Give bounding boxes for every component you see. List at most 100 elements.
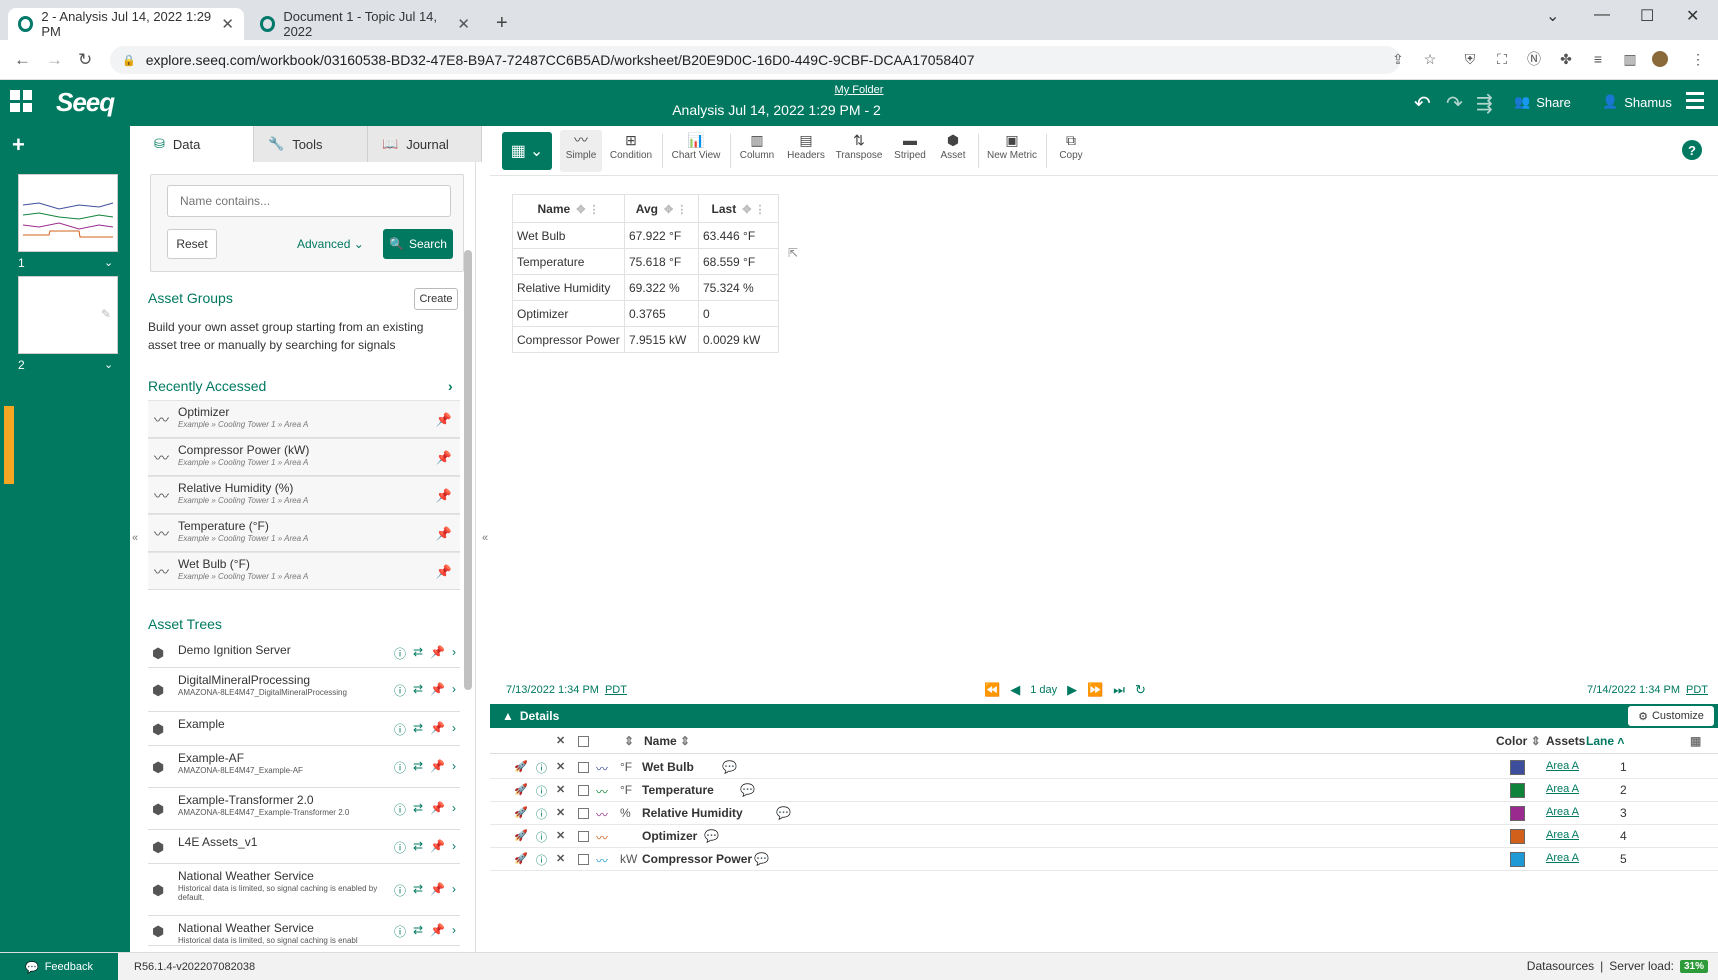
remove-icon[interactable]: ✕ <box>556 806 565 819</box>
column-header[interactable]: Last ✥ ⋮ <box>698 194 779 223</box>
panel-scrollbar[interactable] <box>464 250 472 690</box>
pin-icon[interactable]: 📌 <box>430 839 445 856</box>
swap-icon[interactable]: ⇄ <box>413 882 423 899</box>
pin-icon[interactable]: 📌 <box>436 488 452 504</box>
pin-icon[interactable]: 📌 <box>436 450 452 466</box>
collapse-rail-icon[interactable]: « <box>132 532 138 544</box>
asset-link[interactable]: Area A <box>1546 829 1579 841</box>
chevron-right-icon[interactable]: › <box>452 645 456 662</box>
chevron-right-icon[interactable]: › <box>452 759 456 776</box>
rocket-icon[interactable]: 🚀 <box>514 829 528 842</box>
share-button[interactable]: 👥 Share <box>1514 94 1571 110</box>
info-icon[interactable]: ⓘ <box>394 721 406 738</box>
browser-tab-analysis[interactable]: 2 - Analysis Jul 14, 2022 1:29 PM ✕ <box>8 8 244 40</box>
headers-button[interactable]: ▤ Headers <box>784 130 828 172</box>
copy-button[interactable]: ⧉ Copy <box>1054 130 1088 172</box>
move-icon[interactable]: ✥ ⋮ <box>742 204 765 216</box>
collapse-panel-icon[interactable]: « <box>482 532 488 544</box>
chevron-right-icon[interactable]: › <box>452 923 456 940</box>
select-all-checkbox[interactable] <box>578 736 589 747</box>
remove-icon[interactable]: ✕ <box>556 852 565 865</box>
chevron-down-icon[interactable]: ⌄ <box>104 358 113 371</box>
color-swatch[interactable] <box>1510 852 1525 867</box>
pin-icon[interactable]: 📌 <box>430 801 445 818</box>
asset-link[interactable]: Area A <box>1546 760 1579 772</box>
asset-tree-item[interactable]: ⬢ Example-AF AMAZONA-8LE4M47_Example-AF … <box>148 746 460 788</box>
condition-button[interactable]: ⊞ Condition <box>608 130 654 172</box>
signal-name[interactable]: Temperature <box>642 783 714 797</box>
close-window-icon[interactable]: ✕ <box>1686 6 1699 26</box>
swap-icon[interactable]: ⇄ <box>413 759 423 776</box>
side-panel-icon[interactable]: ▥ <box>1622 51 1638 67</box>
pin-icon[interactable]: 📌 <box>430 682 445 699</box>
info-icon[interactable]: ⓘ <box>394 882 406 899</box>
sort-icon[interactable]: ⇕ <box>624 734 634 748</box>
asset-tree-item[interactable]: ⬢ National Weather Service Historical da… <box>148 864 460 916</box>
worksheet-thumbnail-2[interactable]: ✎ <box>18 276 118 354</box>
asset-tree-item[interactable]: ⬢ Demo Ignition Server ⓘ ⇄ 📌 › <box>148 638 460 668</box>
row-checkbox[interactable] <box>578 854 589 865</box>
refresh-icon[interactable]: ↻ <box>1135 682 1146 698</box>
reset-button[interactable]: Reset <box>167 229 217 259</box>
timezone-link[interactable]: PDT <box>1686 684 1708 696</box>
advanced-toggle[interactable]: Advanced ⌄ <box>297 237 364 251</box>
color-swatch[interactable] <box>1510 829 1525 844</box>
close-tab-icon[interactable]: ✕ <box>221 15 234 33</box>
bookmark-star-icon[interactable]: ☆ <box>1422 51 1438 67</box>
screenshot-extension-icon[interactable]: ⛶ <box>1494 51 1510 67</box>
pin-icon[interactable]: 📌 <box>436 526 452 542</box>
asset-tree-item[interactable]: ⬢ DigitalMineralProcessing AMAZONA-8LE4M… <box>148 668 460 712</box>
asset-tree-item[interactable]: ⬢ Example-Transformer 2.0 AMAZONA-8LE4M4… <box>148 788 460 830</box>
column-header[interactable]: Avg ✥ ⋮ <box>624 194 699 223</box>
new-metric-button[interactable]: ▣ New Metric <box>984 130 1040 172</box>
shield-extension-icon[interactable]: ⛨ <box>1462 51 1478 67</box>
color-swatch[interactable] <box>1510 783 1525 798</box>
transpose-button[interactable]: ⇅ Transpose <box>834 130 884 172</box>
details-title-wrap[interactable]: ▲ Details <box>502 709 559 723</box>
profile-avatar[interactable] <box>1652 51 1668 67</box>
extensions-puzzle-icon[interactable]: ✤ <box>1558 51 1574 67</box>
info-icon[interactable]: ⓘ <box>536 783 547 799</box>
asset-tree-item[interactable]: ⬢ Example ⓘ ⇄ 📌 › <box>148 712 460 746</box>
chevron-right-icon[interactable]: › <box>452 682 456 699</box>
asset-tree-item[interactable]: ⬢ L4E Assets_v1 ⓘ ⇄ 📌 › <box>148 830 460 864</box>
swap-icon[interactable]: ⇄ <box>413 801 423 818</box>
jump-to-now-icon[interactable]: ⏭ <box>1113 682 1125 698</box>
pin-icon[interactable]: 📌 <box>430 923 445 940</box>
chevron-right-icon[interactable]: › <box>448 378 453 394</box>
striped-button[interactable]: ▬ Striped <box>890 130 930 172</box>
name-search-input[interactable] <box>167 185 451 217</box>
share-page-icon[interactable]: ⇪ <box>1390 51 1406 67</box>
details-row[interactable]: 🚀 ⓘ ✕ 〰 °F Temperature 💬 Area A 2 <box>490 779 1718 802</box>
move-icon[interactable]: ✥ ⋮ <box>664 204 687 216</box>
datasources-link[interactable]: Datasources <box>1527 959 1594 973</box>
lane-column-header[interactable]: Lane ˄ <box>1586 734 1624 748</box>
list-item[interactable]: 〰 Compressor Power (kW) Example » Coolin… <box>148 438 460 476</box>
info-icon[interactable]: ⓘ <box>536 829 547 845</box>
column-button[interactable]: ▥ Column <box>736 130 778 172</box>
signal-name[interactable]: Compressor Power <box>642 852 752 866</box>
details-row[interactable]: 🚀 ⓘ ✕ 〰 °F Wet Bulb 💬 Area A 1 <box>490 756 1718 779</box>
color-swatch[interactable] <box>1510 760 1525 775</box>
swap-icon[interactable]: ⇄ <box>413 839 423 856</box>
signal-name[interactable]: Relative Humidity <box>642 806 743 820</box>
chevron-down-icon[interactable]: ⌄ <box>104 256 113 269</box>
chevron-right-icon[interactable]: › <box>452 801 456 818</box>
info-icon[interactable]: ⓘ <box>536 806 547 822</box>
info-icon[interactable]: ⓘ <box>394 923 406 940</box>
tab-data[interactable]: ⛁ Data <box>140 126 254 162</box>
assets-column-header[interactable]: Assets <box>1546 734 1585 748</box>
search-button[interactable]: 🔍 Search <box>383 229 453 259</box>
step-back-icon[interactable]: ◀ <box>1010 682 1020 698</box>
redo-icon[interactable]: ↷ <box>1446 91 1463 116</box>
pin-icon[interactable]: 📌 <box>430 759 445 776</box>
step-forward-full-icon[interactable]: ⏩ <box>1087 682 1103 698</box>
display-range-start[interactable]: 7/13/2022 1:34 PM PDT <box>506 684 627 696</box>
rocket-icon[interactable]: 🚀 <box>514 783 528 796</box>
remove-icon[interactable]: ✕ <box>556 829 565 842</box>
chart-view-button[interactable]: 📊 Chart View <box>668 130 724 172</box>
rocket-icon[interactable]: 🚀 <box>514 852 528 865</box>
info-icon[interactable]: ⓘ <box>394 839 406 856</box>
duration-label[interactable]: 1 day <box>1030 684 1057 696</box>
help-icon[interactable]: ? <box>1682 140 1702 160</box>
